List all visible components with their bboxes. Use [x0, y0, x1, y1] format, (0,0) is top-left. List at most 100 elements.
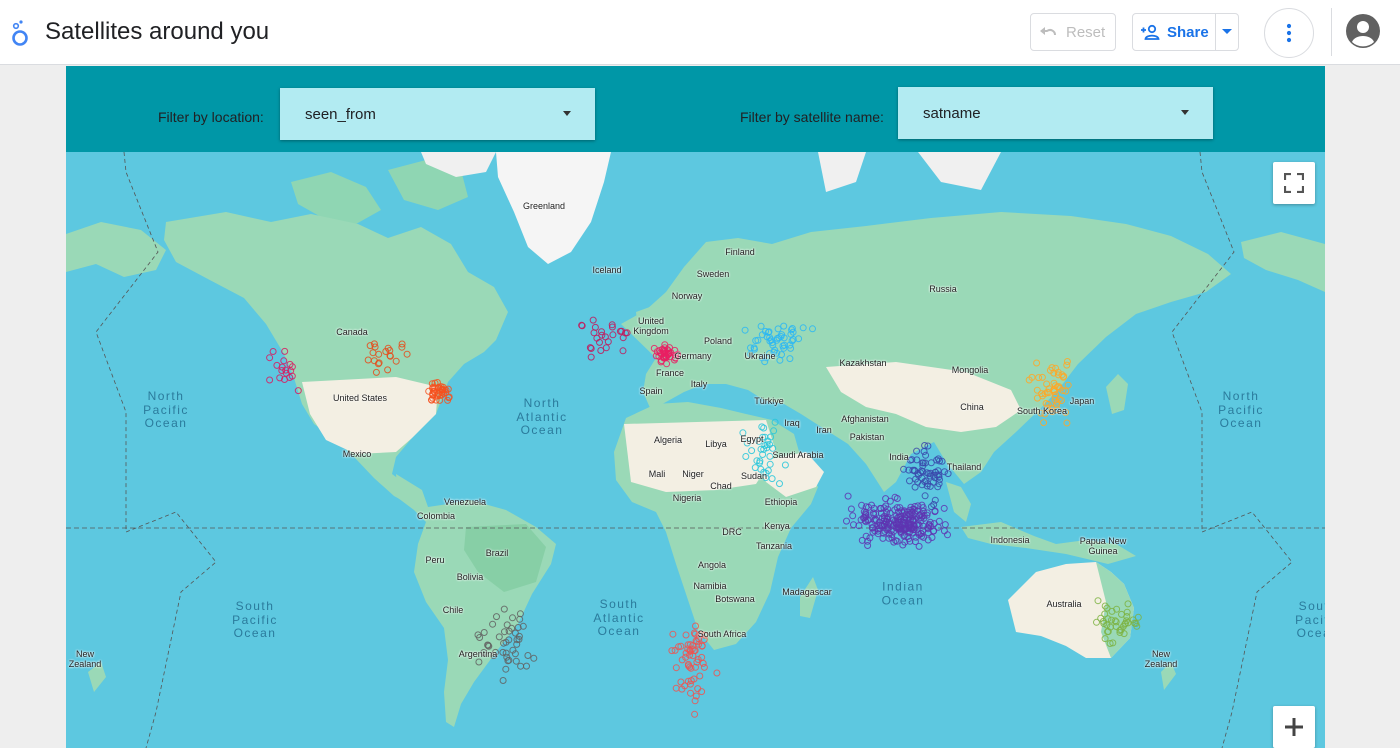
more-vert-icon	[1286, 23, 1292, 43]
more-options-button[interactable]	[1264, 8, 1314, 58]
satellite-point[interactable]	[864, 542, 872, 549]
satellite-point[interactable]	[672, 664, 680, 672]
caret-down-icon	[1222, 29, 1233, 34]
satellite-point[interactable]	[269, 348, 277, 355]
satellite-point[interactable]	[940, 527, 948, 535]
satellite-point[interactable]	[882, 495, 890, 503]
country-label: Russia	[929, 284, 957, 294]
fullscreen-button[interactable]	[1273, 162, 1315, 204]
ocean-label: North Atlantic Ocean	[516, 395, 568, 437]
satellite-point[interactable]	[1040, 419, 1048, 427]
satellite-point[interactable]	[280, 357, 288, 365]
satellite-point[interactable]	[619, 347, 627, 355]
location-filter-dropdown[interactable]: seen_from	[280, 88, 595, 140]
satellite-point[interactable]	[691, 710, 699, 718]
world-map[interactable]: Greenland Iceland Finland Sweden Norway Russi…	[66, 152, 1325, 748]
country-label: Mongolia	[951, 365, 989, 375]
satellite-point[interactable]	[499, 677, 507, 684]
share-label: Share	[1167, 23, 1209, 41]
country-label: South Africa	[697, 629, 747, 639]
share-dropdown-button[interactable]	[1216, 14, 1238, 50]
satellite-point[interactable]	[687, 689, 694, 697]
report-title: Satellites around you	[45, 18, 270, 45]
country-label: Mali	[648, 469, 666, 479]
country-label: Colombia	[416, 511, 456, 521]
satellite-point[interactable]	[604, 338, 612, 346]
location-filter-label: Filter by location:	[158, 109, 264, 125]
satellite-point[interactable]	[598, 331, 606, 339]
country-label: Türkiye	[754, 396, 784, 406]
satellite-point[interactable]	[849, 512, 857, 520]
satellite-point[interactable]	[843, 517, 850, 525]
country-label: Peru	[425, 555, 445, 565]
satellite-point[interactable]	[941, 521, 949, 529]
country-label: Papua New Guinea	[1079, 536, 1127, 556]
satellite-point[interactable]	[906, 477, 913, 485]
country-label: Iran	[816, 425, 832, 435]
satellite-point[interactable]	[713, 669, 721, 677]
satellite-point[interactable]	[696, 672, 704, 680]
satellite-point[interactable]	[682, 631, 690, 639]
country-label: Iceland	[592, 265, 622, 275]
looker-studio-logo-icon	[12, 20, 28, 46]
satellite-point[interactable]	[589, 316, 597, 324]
satellite-point[interactable]	[669, 630, 677, 638]
satellite-point[interactable]	[512, 657, 520, 665]
country-label: India	[889, 452, 909, 462]
country-label: Iraq	[784, 418, 800, 428]
satellite-point[interactable]	[609, 331, 617, 339]
satellite-point[interactable]	[922, 451, 930, 459]
satellite-point[interactable]	[502, 665, 510, 673]
reset-button[interactable]: Reset	[1030, 13, 1116, 51]
satellite-point[interactable]	[517, 662, 525, 670]
satellite-point[interactable]	[911, 483, 919, 491]
satellite-point[interactable]	[847, 505, 855, 513]
satellite-point[interactable]	[597, 347, 605, 354]
country-label: Botswana	[715, 594, 755, 604]
country-label: Chad	[710, 481, 732, 491]
country-label: Italy	[690, 379, 708, 389]
country-label: Sweden	[696, 269, 730, 279]
satellite-point[interactable]	[672, 684, 680, 692]
satellite-point[interactable]	[587, 353, 595, 361]
country-label: Saudi Arabia	[772, 450, 824, 460]
satellite-point[interactable]	[944, 531, 951, 539]
satellite-point[interactable]	[524, 652, 532, 659]
satellite-point[interactable]	[530, 654, 538, 662]
country-label: Niger	[682, 469, 704, 479]
satellite-point[interactable]	[921, 492, 929, 500]
zoom-in-button[interactable]	[1273, 706, 1315, 748]
country-label: Egypt	[740, 434, 764, 444]
plus-icon	[1285, 718, 1303, 736]
country-label: Japan	[1069, 396, 1095, 406]
location-filter-value: seen_from	[305, 105, 376, 123]
satellite-filter-dropdown[interactable]: satname	[898, 87, 1213, 139]
country-label: Australia	[1046, 599, 1082, 609]
country-label: Thailand	[946, 462, 982, 472]
satellite-point[interactable]	[920, 448, 928, 455]
satellite-point[interactable]	[590, 329, 598, 337]
satellite-point[interactable]	[1063, 419, 1071, 427]
ocean-label: North Pacific Ocean	[143, 388, 189, 430]
satellite-point[interactable]	[266, 354, 274, 362]
satellite-point[interactable]	[844, 492, 852, 500]
map-base-layer	[66, 152, 1325, 748]
country-label: New Zealand	[1144, 649, 1178, 669]
country-label: Pakistan	[849, 432, 885, 442]
satellite-point[interactable]	[266, 376, 274, 384]
satellite-point[interactable]	[700, 663, 708, 671]
dropdown-arrow-icon	[1181, 110, 1189, 115]
satellite-point[interactable]	[1064, 381, 1072, 389]
country-label: Greenland	[522, 201, 566, 211]
share-button[interactable]: Share	[1133, 14, 1217, 50]
country-label: Poland	[703, 336, 733, 346]
satellite-point[interactable]	[523, 662, 530, 670]
share-button-group: Share	[1132, 13, 1239, 51]
undo-icon	[1040, 27, 1056, 36]
satellite-point[interactable]	[940, 504, 948, 512]
country-label: DRC	[722, 527, 742, 537]
country-label: Namibia	[693, 581, 727, 591]
account-avatar-icon[interactable]	[1346, 14, 1380, 48]
satellite-point[interactable]	[934, 523, 942, 531]
satellite-point[interactable]	[677, 678, 685, 686]
